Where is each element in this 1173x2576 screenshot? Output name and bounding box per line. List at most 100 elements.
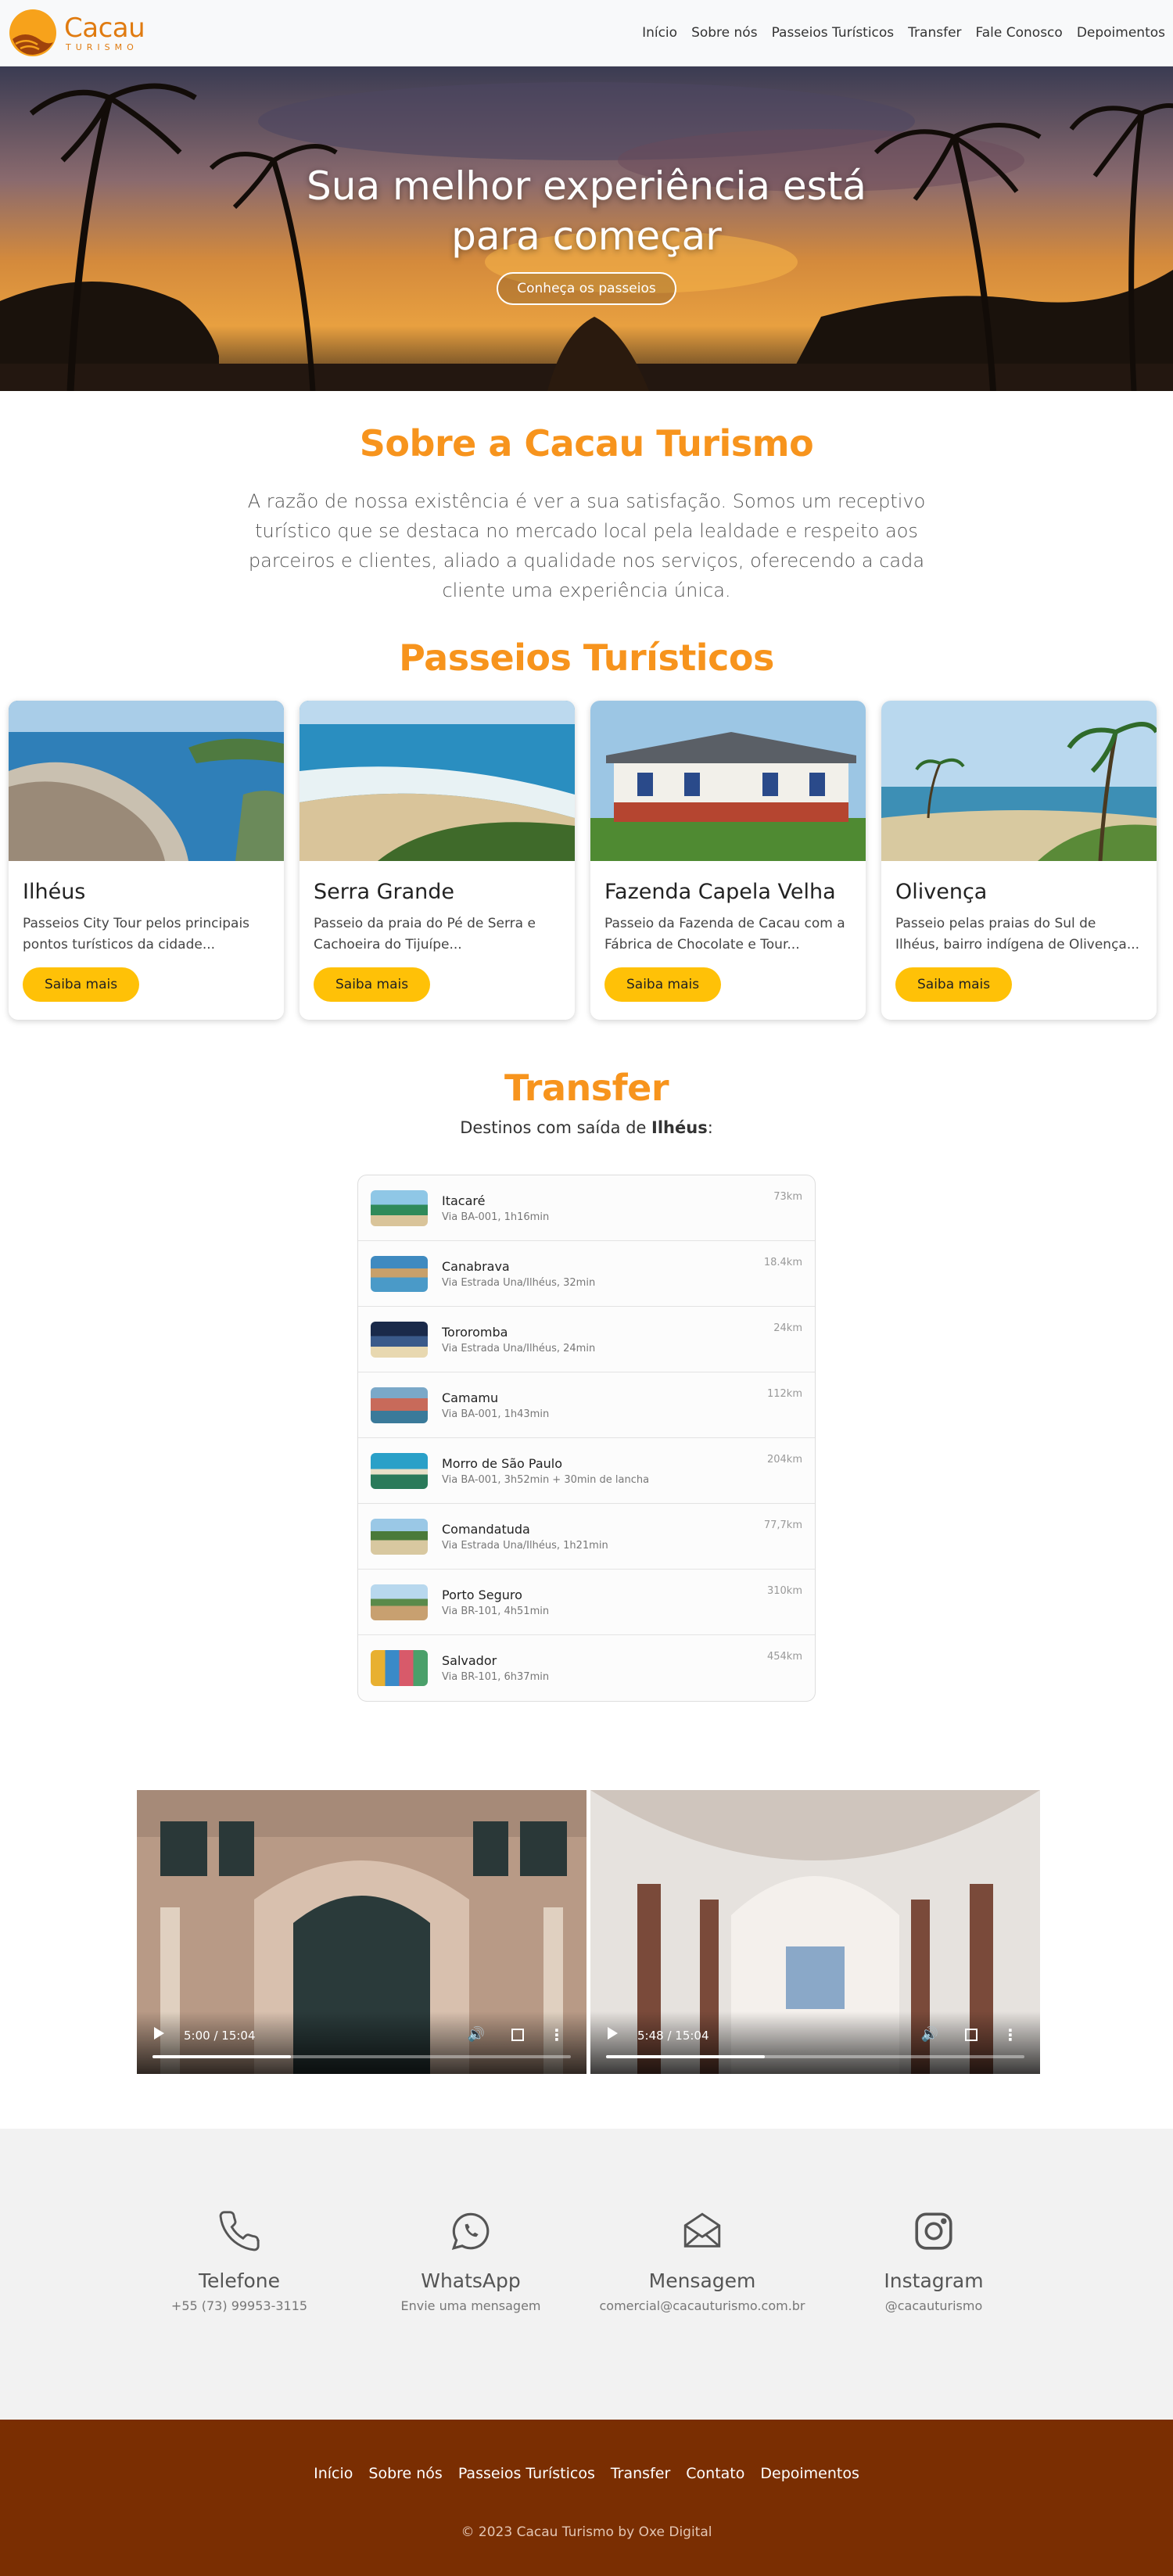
- destination-thumbnail: [371, 1452, 428, 1489]
- passeios-section: Passeios Turísticos Ilhéus Passeios City…: [0, 605, 1173, 1020]
- card-title: Olivença: [895, 880, 988, 904]
- contact-value: comercial@cacauturismo.com.br: [599, 2298, 805, 2313]
- footer-link-contato[interactable]: Contato: [686, 2465, 744, 2482]
- footer-links: Início Sobre nós Passeios Turísticos Tra…: [0, 2465, 1173, 2482]
- video-progress-bar[interactable]: [152, 2055, 571, 2058]
- saiba-mais-button[interactable]: Saiba mais: [23, 967, 140, 1002]
- contact-telefone[interactable]: Telefone +55 (73) 99953-3115: [124, 2207, 355, 2420]
- more-options-icon[interactable]: ⋮: [549, 2025, 565, 2044]
- destination-name: Tororomba: [442, 1324, 508, 1340]
- saiba-mais-button[interactable]: Saiba mais: [604, 967, 722, 1002]
- destination-thumbnail: [371, 1387, 428, 1423]
- video-player[interactable]: 5:48 / 15:04 🔊 ⋮: [590, 1790, 1040, 2074]
- destination-distance: 73km: [773, 1191, 802, 1203]
- destination-route: Via Estrada Una/Ilhéus, 1h21min: [442, 1539, 608, 1552]
- destination-distance: 204km: [766, 1454, 802, 1466]
- footer-link-transfer[interactable]: Transfer: [611, 2465, 670, 2482]
- play-icon[interactable]: [608, 2027, 618, 2040]
- destination-distance: 77,7km: [763, 1519, 802, 1531]
- transfer-section: Transfer Destinos com saída de Ilhéus: I…: [0, 1020, 1173, 1702]
- tour-card: Olivença Passeio pelas praias do Sul de …: [881, 701, 1157, 1020]
- nav-link-depoimentos[interactable]: Depoimentos: [1077, 25, 1165, 41]
- nav-link-transfer[interactable]: Transfer: [908, 25, 961, 41]
- about-section: Sobre a Cacau Turismo A razão de nossa e…: [0, 391, 1173, 605]
- passeios-title: Passeios Turísticos: [399, 637, 774, 679]
- navbar: Cacau TURISMO Início Sobre nós Passeios …: [0, 0, 1173, 66]
- card-title: Ilhéus: [23, 880, 86, 904]
- footer-copyright: © 2023 Cacau Turismo by Oxe Digital: [461, 2524, 712, 2540]
- video-controls: 5:00 / 15:04 🔊 ⋮: [137, 2011, 586, 2074]
- phone-icon: [219, 2211, 260, 2251]
- contact-title: Instagram: [884, 2269, 984, 2292]
- hero-title: Sua melhor experiência está para começar: [307, 163, 866, 259]
- transfer-item[interactable]: Camamu Via BA-001, 1h43min 112km: [358, 1372, 815, 1438]
- destination-name: Salvador: [442, 1653, 497, 1668]
- transfer-item[interactable]: Comandatuda Via Estrada Una/Ilhéus, 1h21m…: [358, 1504, 815, 1570]
- fullscreen-icon[interactable]: [511, 2029, 524, 2041]
- destination-name: Comandatuda: [442, 1521, 530, 1537]
- transfer-item[interactable]: Canabrava Via Estrada Una/Ilhéus, 32min 1…: [358, 1241, 815, 1307]
- video-gallery: 5:00 / 15:04 🔊 ⋮ 5:48 / 15:04 🔊 ⋮: [137, 1790, 1040, 2074]
- destination-thumbnail: [371, 1518, 428, 1555]
- destination-distance: 454km: [766, 1651, 802, 1663]
- serra-grande-image: [300, 701, 575, 861]
- hero-cta-button[interactable]: Conheça os passeios: [497, 271, 676, 305]
- footer-link-sobre[interactable]: Sobre nós: [368, 2465, 442, 2482]
- destination-name: Itacaré: [442, 1193, 486, 1208]
- destination-distance: 24km: [773, 1322, 802, 1334]
- contact-value: +55 (73) 99953-3115: [170, 2298, 308, 2313]
- destination-name: Canabrava: [442, 1258, 510, 1274]
- contact-title: Telefone: [198, 2269, 281, 2292]
- nav-link-inicio[interactable]: Início: [642, 25, 677, 41]
- video-progress-bar[interactable]: [606, 2055, 1024, 2058]
- tour-card: Fazenda Capela Velha Passeio da Fazenda …: [590, 701, 866, 1020]
- video-controls: 5:48 / 15:04 🔊 ⋮: [590, 2011, 1040, 2074]
- destination-route: Via BR-101, 4h51min: [442, 1605, 550, 1617]
- contact-mensagem[interactable]: Mensagem comercial@cacauturismo.com.br: [586, 2207, 818, 2420]
- volume-icon[interactable]: 🔊: [468, 2026, 485, 2043]
- play-icon[interactable]: [154, 2027, 164, 2040]
- about-text: A razão de nossa existência é ver a sua …: [247, 490, 926, 601]
- transfer-item[interactable]: Morro de São Paulo Via BA-001, 3h52min + …: [358, 1438, 815, 1504]
- destination-thumbnail: [371, 1255, 428, 1292]
- transfer-subtitle: Destinos com saída de Ilhéus:: [0, 1118, 1173, 1137]
- footer-link-depoimentos[interactable]: Depoimentos: [760, 2465, 859, 2482]
- card-description: Passeio pelas praias do Sul de Ilhéus, b…: [895, 916, 1140, 953]
- nav-link-passeios[interactable]: Passeios Turísticos: [772, 25, 895, 41]
- volume-icon[interactable]: 🔊: [921, 2026, 938, 2043]
- destination-distance: 310km: [766, 1585, 802, 1597]
- destination-thumbnail: [371, 1650, 428, 1686]
- brand-logo[interactable]: Cacau TURISMO: [8, 8, 145, 58]
- video-player[interactable]: 5:00 / 15:04 🔊 ⋮: [137, 1790, 586, 2074]
- contact-instagram[interactable]: Instagram @cacauturismo: [818, 2207, 1049, 2420]
- olivenca-image: [881, 701, 1157, 862]
- card-description: Passeio da Fazenda de Cacau com a Fábric…: [604, 916, 845, 953]
- envelope-icon: [683, 2212, 721, 2248]
- fullscreen-icon[interactable]: [965, 2029, 978, 2041]
- contact-whatsapp[interactable]: WhatsApp Envie uma mensagem: [355, 2207, 586, 2420]
- destination-thumbnail: [371, 1584, 428, 1620]
- saiba-mais-button[interactable]: Saiba mais: [895, 967, 1013, 1002]
- footer-link-inicio[interactable]: Início: [314, 2465, 353, 2482]
- transfer-item[interactable]: Itacaré Via BA-001, 1h16min 73km: [358, 1175, 815, 1241]
- contact-section: Telefone +55 (73) 99953-3115 WhatsApp En…: [0, 2129, 1173, 2420]
- destination-thumbnail: [371, 1189, 428, 1226]
- nav-link-contato[interactable]: Fale Conosco: [976, 25, 1063, 41]
- transfer-item[interactable]: Tororomba Via Estrada Una/Ilhéus, 24min 2…: [358, 1307, 815, 1372]
- destination-route: Via BA-001, 1h43min: [442, 1408, 550, 1420]
- more-options-icon[interactable]: ⋮: [1003, 2025, 1018, 2044]
- fazenda-capela-velha-image: [590, 701, 866, 861]
- contact-title: Mensagem: [648, 2269, 756, 2292]
- video-progress-fill: [606, 2055, 766, 2058]
- footer: Início Sobre nós Passeios Turísticos Tra…: [0, 2420, 1173, 2576]
- nav-links: Início Sobre nós Passeios Turísticos Tra…: [642, 25, 1165, 41]
- transfer-item[interactable]: Salvador Via BR-101, 6h37min 454km: [358, 1635, 815, 1701]
- transfer-item[interactable]: Porto Seguro Via BR-101, 4h51min 310km: [358, 1570, 815, 1635]
- destination-thumbnail: [371, 1321, 428, 1358]
- saiba-mais-button[interactable]: Saiba mais: [314, 967, 431, 1002]
- transfer-title: Transfer: [504, 1067, 669, 1109]
- destination-name: Camamu: [442, 1390, 499, 1405]
- footer-link-passeios[interactable]: Passeios Turísticos: [458, 2465, 595, 2482]
- whatsapp-icon: [451, 2212, 490, 2251]
- nav-link-sobre[interactable]: Sobre nós: [691, 25, 758, 41]
